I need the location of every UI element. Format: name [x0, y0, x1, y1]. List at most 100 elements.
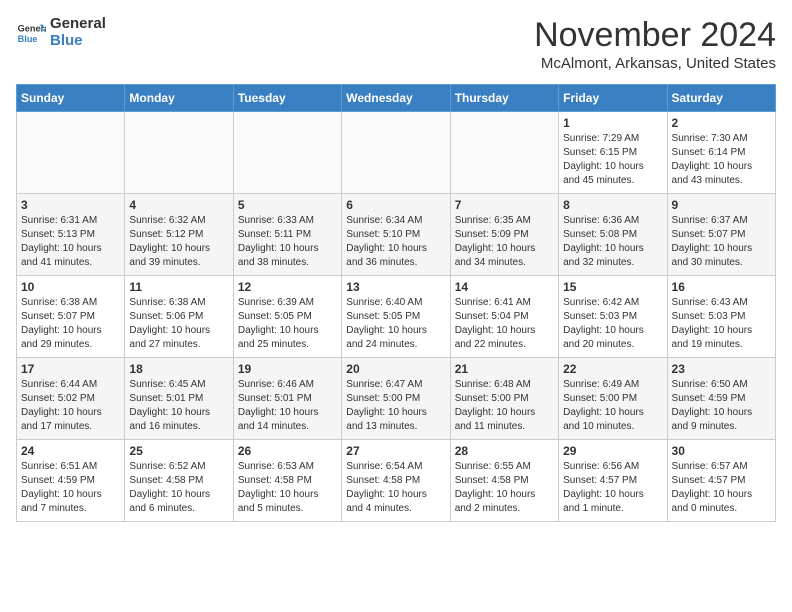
day-info: Sunrise: 7:29 AM Sunset: 6:15 PM Dayligh…: [563, 132, 662, 188]
day-info: Sunrise: 6:39 AM Sunset: 5:05 PM Dayligh…: [238, 296, 337, 352]
day-info: Sunrise: 6:32 AM Sunset: 5:12 PM Dayligh…: [129, 214, 228, 270]
calendar-cell: 30 Sunrise: 6:57 AM Sunset: 4:57 PM Dayli…: [667, 440, 775, 522]
day-number: 21: [455, 362, 554, 376]
day-info: Sunrise: 6:48 AM Sunset: 5:00 PM Dayligh…: [455, 378, 554, 434]
day-info: Sunrise: 6:49 AM Sunset: 5:00 PM Dayligh…: [563, 378, 662, 434]
day-info: Sunrise: 6:31 AM Sunset: 5:13 PM Dayligh…: [21, 214, 120, 270]
calendar-cell: 2 Sunrise: 7:30 AM Sunset: 6:14 PM Daylig…: [667, 112, 775, 194]
calendar-cell: 22Sunrise: 6:49 AM Sunset: 5:00 PM Dayli…: [559, 358, 667, 440]
day-info: Sunrise: 6:51 AM Sunset: 4:59 PM Dayligh…: [21, 460, 120, 516]
day-info: Sunrise: 6:55 AM Sunset: 4:58 PM Dayligh…: [455, 460, 554, 516]
day-number: 10: [21, 280, 120, 294]
calendar-cell: 4 Sunrise: 6:32 AM Sunset: 5:12 PM Daylig…: [125, 194, 233, 276]
day-number: 29: [563, 444, 662, 458]
calendar-cell: 9 Sunrise: 6:37 AM Sunset: 5:07 PM Daylig…: [667, 194, 775, 276]
weekday-header-tuesday: Tuesday: [233, 85, 341, 112]
calendar-cell: [450, 112, 558, 194]
calendar-cell: 6Sunrise: 6:34 AM Sunset: 5:10 PM Daylig…: [342, 194, 450, 276]
calendar-cell: 25Sunrise: 6:52 AM Sunset: 4:58 PM Dayli…: [125, 440, 233, 522]
weekday-header-wednesday: Wednesday: [342, 85, 450, 112]
day-info: Sunrise: 6:56 AM Sunset: 4:57 PM Dayligh…: [563, 460, 662, 516]
day-number: 3: [21, 198, 120, 212]
location-title: McAlmont, Arkansas, United States: [534, 55, 776, 72]
day-info: Sunrise: 6:33 AM Sunset: 5:11 PM Dayligh…: [238, 214, 337, 270]
day-info: Sunrise: 6:35 AM Sunset: 5:09 PM Dayligh…: [455, 214, 554, 270]
calendar-cell: 15 Sunrise: 6:42 AM Sunset: 5:03 PM Dayli…: [559, 276, 667, 358]
day-info: Sunrise: 7:30 AM Sunset: 6:14 PM Dayligh…: [672, 132, 771, 188]
logo-general-text: General: [50, 16, 106, 33]
page-header: General Blue General Blue November 2024 …: [16, 16, 776, 72]
calendar-cell: 21 Sunrise: 6:48 AM Sunset: 5:00 PM Dayli…: [450, 358, 558, 440]
logo-blue-text: Blue: [50, 33, 106, 50]
day-number: 17: [21, 362, 120, 376]
day-info: Sunrise: 6:36 AM Sunset: 5:08 PM Dayligh…: [563, 214, 662, 270]
day-number: 30: [672, 444, 771, 458]
day-number: 15: [563, 280, 662, 294]
day-info: Sunrise: 6:40 AM Sunset: 5:05 PM Dayligh…: [346, 296, 445, 352]
weekday-header-row: SundayMondayTuesdayWednesdayThursdayFrid…: [17, 85, 776, 112]
calendar-cell: 10 Sunrise: 6:38 AM Sunset: 5:07 PM Dayli…: [17, 276, 125, 358]
calendar-cell: 12 Sunrise: 6:39 AM Sunset: 5:05 PM Dayli…: [233, 276, 341, 358]
day-number: 24: [21, 444, 120, 458]
day-info: Sunrise: 6:42 AM Sunset: 5:03 PM Dayligh…: [563, 296, 662, 352]
day-info: Sunrise: 6:57 AM Sunset: 4:57 PM Dayligh…: [672, 460, 771, 516]
calendar-cell: 14 Sunrise: 6:41 AM Sunset: 5:04 PM Dayli…: [450, 276, 558, 358]
month-title: November 2024: [534, 16, 776, 55]
calendar-cell: 8Sunrise: 6:36 AM Sunset: 5:08 PM Daylig…: [559, 194, 667, 276]
calendar-cell: 19 Sunrise: 6:46 AM Sunset: 5:01 PM Dayli…: [233, 358, 341, 440]
calendar-cell: 26Sunrise: 6:53 AM Sunset: 4:58 PM Dayli…: [233, 440, 341, 522]
day-info: Sunrise: 6:37 AM Sunset: 5:07 PM Dayligh…: [672, 214, 771, 270]
day-number: 5: [238, 198, 337, 212]
day-number: 2: [672, 116, 771, 130]
day-number: 19: [238, 362, 337, 376]
weekday-header-friday: Friday: [559, 85, 667, 112]
day-number: 9: [672, 198, 771, 212]
calendar-cell: 29 Sunrise: 6:56 AM Sunset: 4:57 PM Dayli…: [559, 440, 667, 522]
weekday-header-thursday: Thursday: [450, 85, 558, 112]
calendar-cell: 5 Sunrise: 6:33 AM Sunset: 5:11 PM Daylig…: [233, 194, 341, 276]
day-number: 13: [346, 280, 445, 294]
day-info: Sunrise: 6:53 AM Sunset: 4:58 PM Dayligh…: [238, 460, 337, 516]
weekday-header-monday: Monday: [125, 85, 233, 112]
day-number: 4: [129, 198, 228, 212]
calendar-cell: 1Sunrise: 7:29 AM Sunset: 6:15 PM Daylig…: [559, 112, 667, 194]
calendar-cell: [17, 112, 125, 194]
day-number: 28: [455, 444, 554, 458]
day-info: Sunrise: 6:43 AM Sunset: 5:03 PM Dayligh…: [672, 296, 771, 352]
day-info: Sunrise: 6:38 AM Sunset: 5:07 PM Dayligh…: [21, 296, 120, 352]
calendar-cell: 24 Sunrise: 6:51 AM Sunset: 4:59 PM Dayli…: [17, 440, 125, 522]
day-number: 20: [346, 362, 445, 376]
logo: General Blue General Blue: [16, 16, 106, 49]
weekday-header-sunday: Sunday: [17, 85, 125, 112]
calendar-cell: 23Sunrise: 6:50 AM Sunset: 4:59 PM Dayli…: [667, 358, 775, 440]
day-info: Sunrise: 6:44 AM Sunset: 5:02 PM Dayligh…: [21, 378, 120, 434]
day-info: Sunrise: 6:45 AM Sunset: 5:01 PM Dayligh…: [129, 378, 228, 434]
title-section: November 2024 McAlmont, Arkansas, United…: [534, 16, 776, 72]
day-number: 12: [238, 280, 337, 294]
day-number: 27: [346, 444, 445, 458]
calendar-table: SundayMondayTuesdayWednesdayThursdayFrid…: [16, 84, 776, 522]
calendar-cell: 7Sunrise: 6:35 AM Sunset: 5:09 PM Daylig…: [450, 194, 558, 276]
svg-text:Blue: Blue: [18, 34, 38, 44]
calendar-cell: [233, 112, 341, 194]
day-number: 18: [129, 362, 228, 376]
day-info: Sunrise: 6:47 AM Sunset: 5:00 PM Dayligh…: [346, 378, 445, 434]
calendar-cell: [342, 112, 450, 194]
day-info: Sunrise: 6:34 AM Sunset: 5:10 PM Dayligh…: [346, 214, 445, 270]
calendar-cell: 16Sunrise: 6:43 AM Sunset: 5:03 PM Dayli…: [667, 276, 775, 358]
day-number: 25: [129, 444, 228, 458]
day-number: 14: [455, 280, 554, 294]
day-info: Sunrise: 6:46 AM Sunset: 5:01 PM Dayligh…: [238, 378, 337, 434]
calendar-cell: 27Sunrise: 6:54 AM Sunset: 4:58 PM Dayli…: [342, 440, 450, 522]
calendar-cell: 3 Sunrise: 6:31 AM Sunset: 5:13 PM Daylig…: [17, 194, 125, 276]
calendar-cell: 11Sunrise: 6:38 AM Sunset: 5:06 PM Dayli…: [125, 276, 233, 358]
calendar-week-2: 3 Sunrise: 6:31 AM Sunset: 5:13 PM Daylig…: [17, 194, 776, 276]
day-info: Sunrise: 6:41 AM Sunset: 5:04 PM Dayligh…: [455, 296, 554, 352]
calendar-cell: 17 Sunrise: 6:44 AM Sunset: 5:02 PM Dayli…: [17, 358, 125, 440]
calendar-cell: 18 Sunrise: 6:45 AM Sunset: 5:01 PM Dayli…: [125, 358, 233, 440]
logo-icon: General Blue: [16, 18, 46, 48]
weekday-header-saturday: Saturday: [667, 85, 775, 112]
calendar-header: SundayMondayTuesdayWednesdayThursdayFrid…: [17, 85, 776, 112]
calendar-week-4: 17 Sunrise: 6:44 AM Sunset: 5:02 PM Dayli…: [17, 358, 776, 440]
calendar-cell: 28 Sunrise: 6:55 AM Sunset: 4:58 PM Dayli…: [450, 440, 558, 522]
